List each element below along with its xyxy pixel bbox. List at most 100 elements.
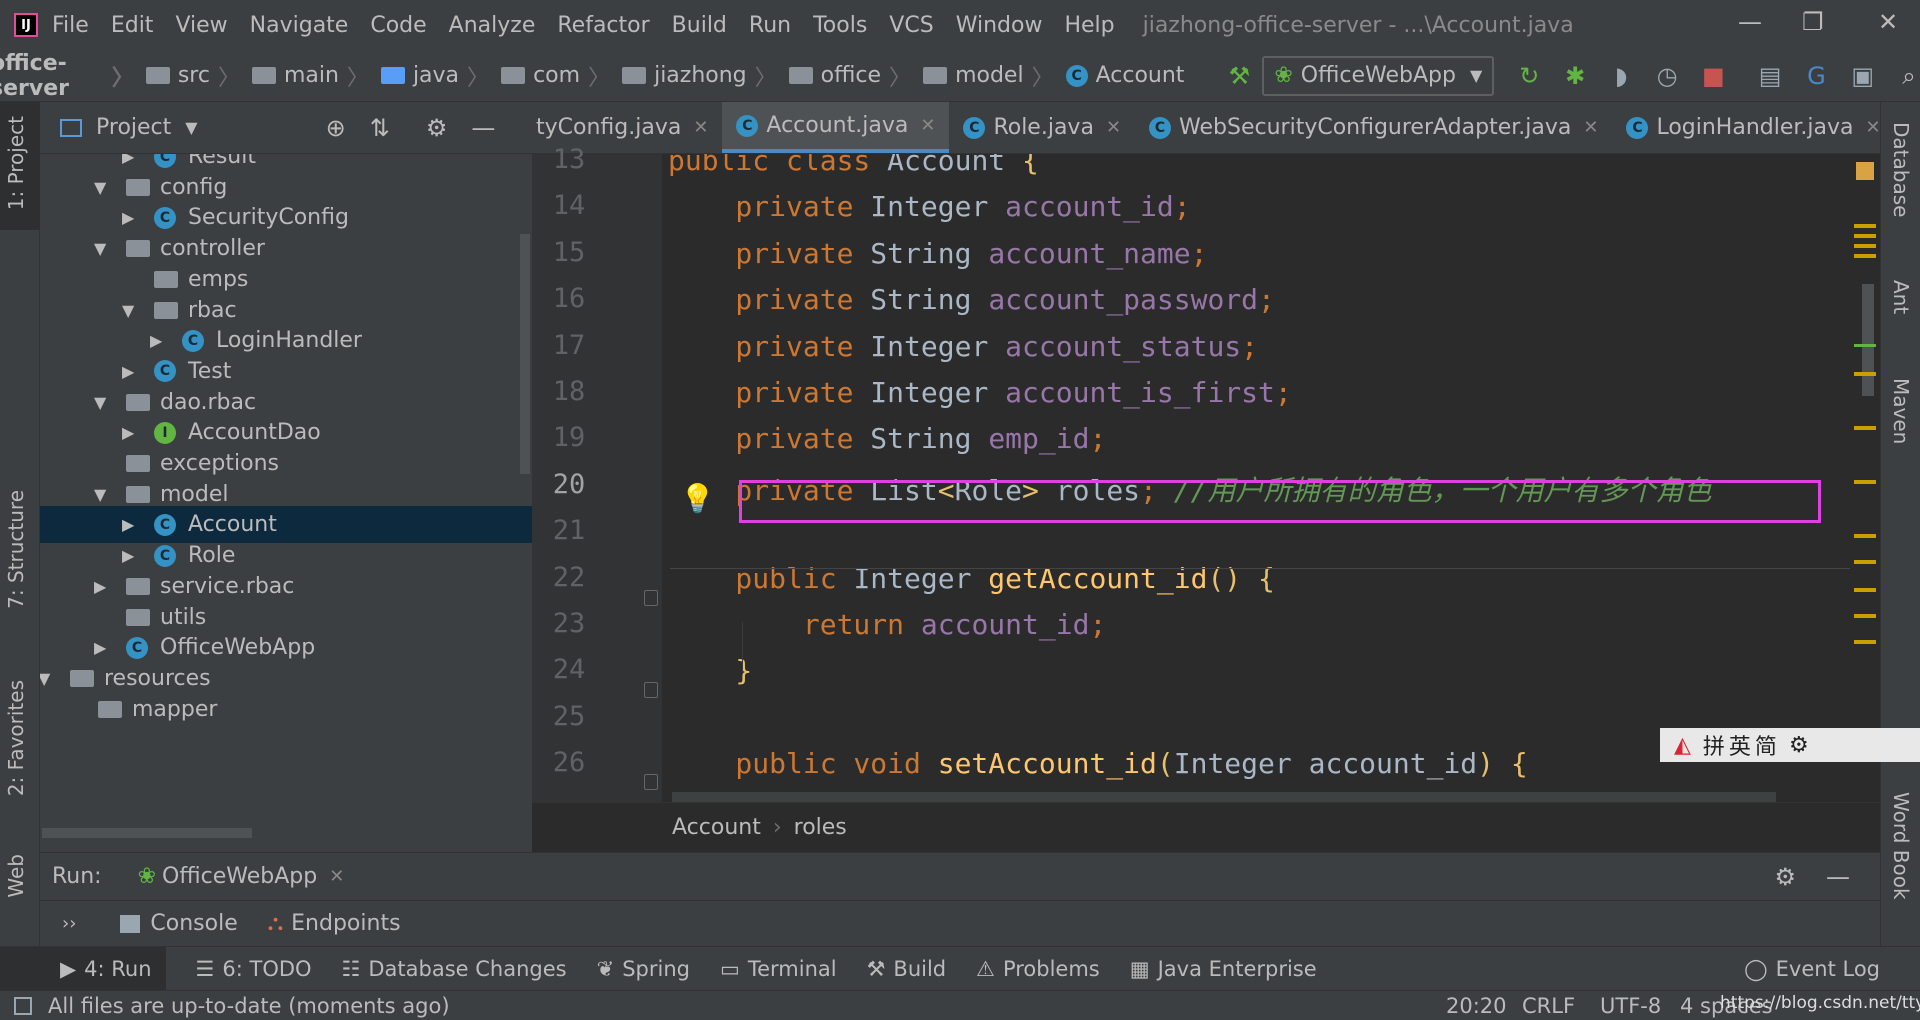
menu-vcs[interactable]: VCS	[889, 13, 933, 38]
chevron-right-icon[interactable]: ▶	[150, 331, 162, 350]
presentation-icon[interactable]: ▣	[1851, 62, 1874, 90]
breadcrumb-class[interactable]: Account	[672, 815, 761, 840]
menu-window[interactable]: Window	[956, 13, 1043, 38]
crumb-com[interactable]: com 〉	[501, 60, 618, 92]
chevron-right-icon[interactable]: ▶	[122, 208, 134, 227]
expand-icon[interactable]: ››	[62, 913, 76, 934]
crumb-office[interactable]: office 〉	[788, 60, 919, 92]
collapse-all-icon[interactable]: ⇅	[370, 114, 390, 142]
tab-websecurityconfigureradapter[interactable]: C WebSecurityConfigurerAdapter.java ✕	[1135, 102, 1612, 153]
caret-position[interactable]: 20:20	[1446, 994, 1507, 1018]
tool-problems-tab[interactable]: ⚠ Problems	[976, 957, 1100, 981]
menu-navigate[interactable]: Navigate	[250, 13, 349, 38]
code-line[interactable]: public void setAccount_id(Integer accoun…	[668, 747, 1527, 780]
close-icon[interactable]: ✕	[1878, 8, 1898, 36]
line-separator[interactable]: CRLF	[1522, 994, 1575, 1018]
close-tab-icon[interactable]: ✕	[693, 117, 708, 138]
build-hammer-icon[interactable]: ⚒	[1228, 62, 1251, 90]
menu-build[interactable]: Build	[672, 13, 727, 38]
menu-analyze[interactable]: Analyze	[449, 13, 536, 38]
chevron-down-icon[interactable]: ▼	[94, 393, 106, 412]
chevron-down-icon[interactable]: ▼	[185, 118, 197, 137]
tab-loginhandler[interactable]: C LoginHandler.java ✕	[1612, 102, 1880, 153]
menu-file[interactable]: File	[52, 13, 89, 38]
fold-marker-icon[interactable]	[644, 682, 658, 698]
code-line[interactable]: public Integer getAccount_id() {	[668, 562, 1274, 595]
tree-horizontal-scrollbar[interactable]	[42, 828, 252, 838]
translate-icon[interactable]: G	[1805, 62, 1827, 90]
tab-role[interactable]: C Role.java ✕	[949, 102, 1135, 153]
intention-bulb-icon[interactable]: 💡	[680, 482, 715, 515]
search-icon[interactable]: ⌕	[1898, 62, 1920, 90]
menu-edit[interactable]: Edit	[111, 13, 154, 38]
chevron-right-icon[interactable]: ▶	[122, 362, 134, 381]
close-tab-icon[interactable]: ✕	[1583, 117, 1598, 138]
ime-toolbar[interactable]: ◭ 拼英简 ⚙	[1660, 728, 1920, 762]
profile-icon[interactable]: ◷	[1656, 62, 1678, 90]
crumb-project[interactable]: office-server〉	[0, 51, 142, 101]
crumb-java[interactable]: java 〉	[380, 60, 497, 92]
tab-account[interactable]: C Account.java ✕	[722, 102, 950, 153]
fold-marker-icon[interactable]	[644, 590, 658, 606]
tool-wordbook-tab[interactable]: Word Book	[1889, 792, 1913, 900]
chevron-down-icon[interactable]: ▼	[40, 669, 50, 688]
chevron-right-icon[interactable]: ▶	[122, 154, 134, 166]
scrollbar-thumb[interactable]	[1862, 284, 1874, 396]
menu-run[interactable]: Run	[749, 13, 791, 38]
crumb-main[interactable]: main 〉	[251, 60, 377, 92]
tool-dbchanges-tab[interactable]: ☷ Database Changes	[342, 957, 567, 981]
chevron-right-icon[interactable]: ▶	[94, 577, 106, 596]
close-tab-icon[interactable]: ✕	[1866, 117, 1881, 138]
console-tab[interactable]: Console	[150, 911, 237, 936]
code-line[interactable]: return account_id;	[668, 608, 1106, 641]
run-config-selector[interactable]: ❀ OfficeWebApp ▼	[1262, 55, 1495, 96]
tool-favorites-tab[interactable]: 2: Favorites	[4, 680, 28, 796]
tool-web-tab[interactable]: Web	[4, 854, 28, 898]
menu-code[interactable]: Code	[370, 13, 426, 38]
chevron-right-icon[interactable]: ▶	[122, 546, 134, 565]
close-tab-icon[interactable]: ✕	[1106, 117, 1121, 138]
crumb-model[interactable]: model 〉	[923, 60, 1062, 92]
code-line[interactable]: private String account_name;	[668, 237, 1207, 270]
restore-icon[interactable]: ❐	[1802, 8, 1824, 36]
code-editor[interactable]: public class Account { private Integer a…	[662, 154, 1880, 802]
menu-refactor[interactable]: Refactor	[557, 13, 649, 38]
code-line[interactable]: private String account_password;	[668, 283, 1274, 316]
chevron-down-icon[interactable]: ▼	[94, 485, 106, 504]
file-encoding[interactable]: UTF-8	[1600, 994, 1661, 1018]
tool-javaee-tab[interactable]: ▦ Java Enterprise	[1130, 957, 1317, 981]
chevron-down-icon[interactable]: ▼	[94, 178, 106, 197]
close-tab-icon[interactable]: ✕	[920, 115, 935, 136]
coverage-icon[interactable]: ◗	[1610, 62, 1632, 90]
horizontal-scrollbar[interactable]	[672, 792, 1776, 802]
menu-tools[interactable]: Tools	[813, 13, 867, 38]
chevron-down-icon[interactable]: ▼	[94, 239, 106, 258]
endpoints-tab[interactable]: Endpoints	[291, 911, 400, 936]
tool-structure-tab[interactable]: 7: Structure	[4, 490, 28, 609]
project-structure-icon[interactable]: ▤	[1759, 62, 1782, 90]
tool-maven-tab[interactable]: Maven	[1889, 378, 1913, 444]
chevron-right-icon[interactable]: ▶	[122, 423, 134, 442]
stop-icon[interactable]: ■	[1702, 62, 1725, 90]
hide-panel-icon[interactable]: —	[1826, 863, 1850, 891]
project-panel-title[interactable]: Project	[96, 115, 171, 140]
gear-icon[interactable]: ⚙	[426, 114, 448, 142]
hide-panel-icon[interactable]: —	[471, 114, 495, 142]
code-line[interactable]: private Integer account_status;	[668, 330, 1258, 363]
breadcrumb-field[interactable]: roles	[794, 815, 847, 840]
tool-terminal-tab[interactable]: ▭ Terminal	[720, 957, 837, 981]
fold-marker-icon[interactable]	[644, 774, 658, 790]
gear-icon[interactable]: ⚙	[1774, 863, 1796, 891]
tool-build-tab[interactable]: ⚒ Build	[867, 957, 947, 981]
minimize-icon[interactable]: —	[1738, 8, 1762, 36]
code-line[interactable]: private Integer account_id;	[668, 190, 1190, 223]
tree-scrollbar[interactable]	[520, 234, 530, 474]
chevron-right-icon[interactable]: ▶	[94, 638, 106, 657]
tool-spring-tab[interactable]: ❦ Spring	[597, 957, 690, 981]
code-line[interactable]: private String emp_id;	[668, 422, 1106, 455]
code-line[interactable]: public class Account {	[668, 154, 1039, 177]
tool-database-tab[interactable]: Database	[1889, 122, 1913, 217]
close-tab-icon[interactable]: ✕	[329, 866, 344, 887]
crumb-account[interactable]: C Account	[1065, 63, 1184, 88]
chevron-down-icon[interactable]: ▼	[122, 301, 134, 320]
